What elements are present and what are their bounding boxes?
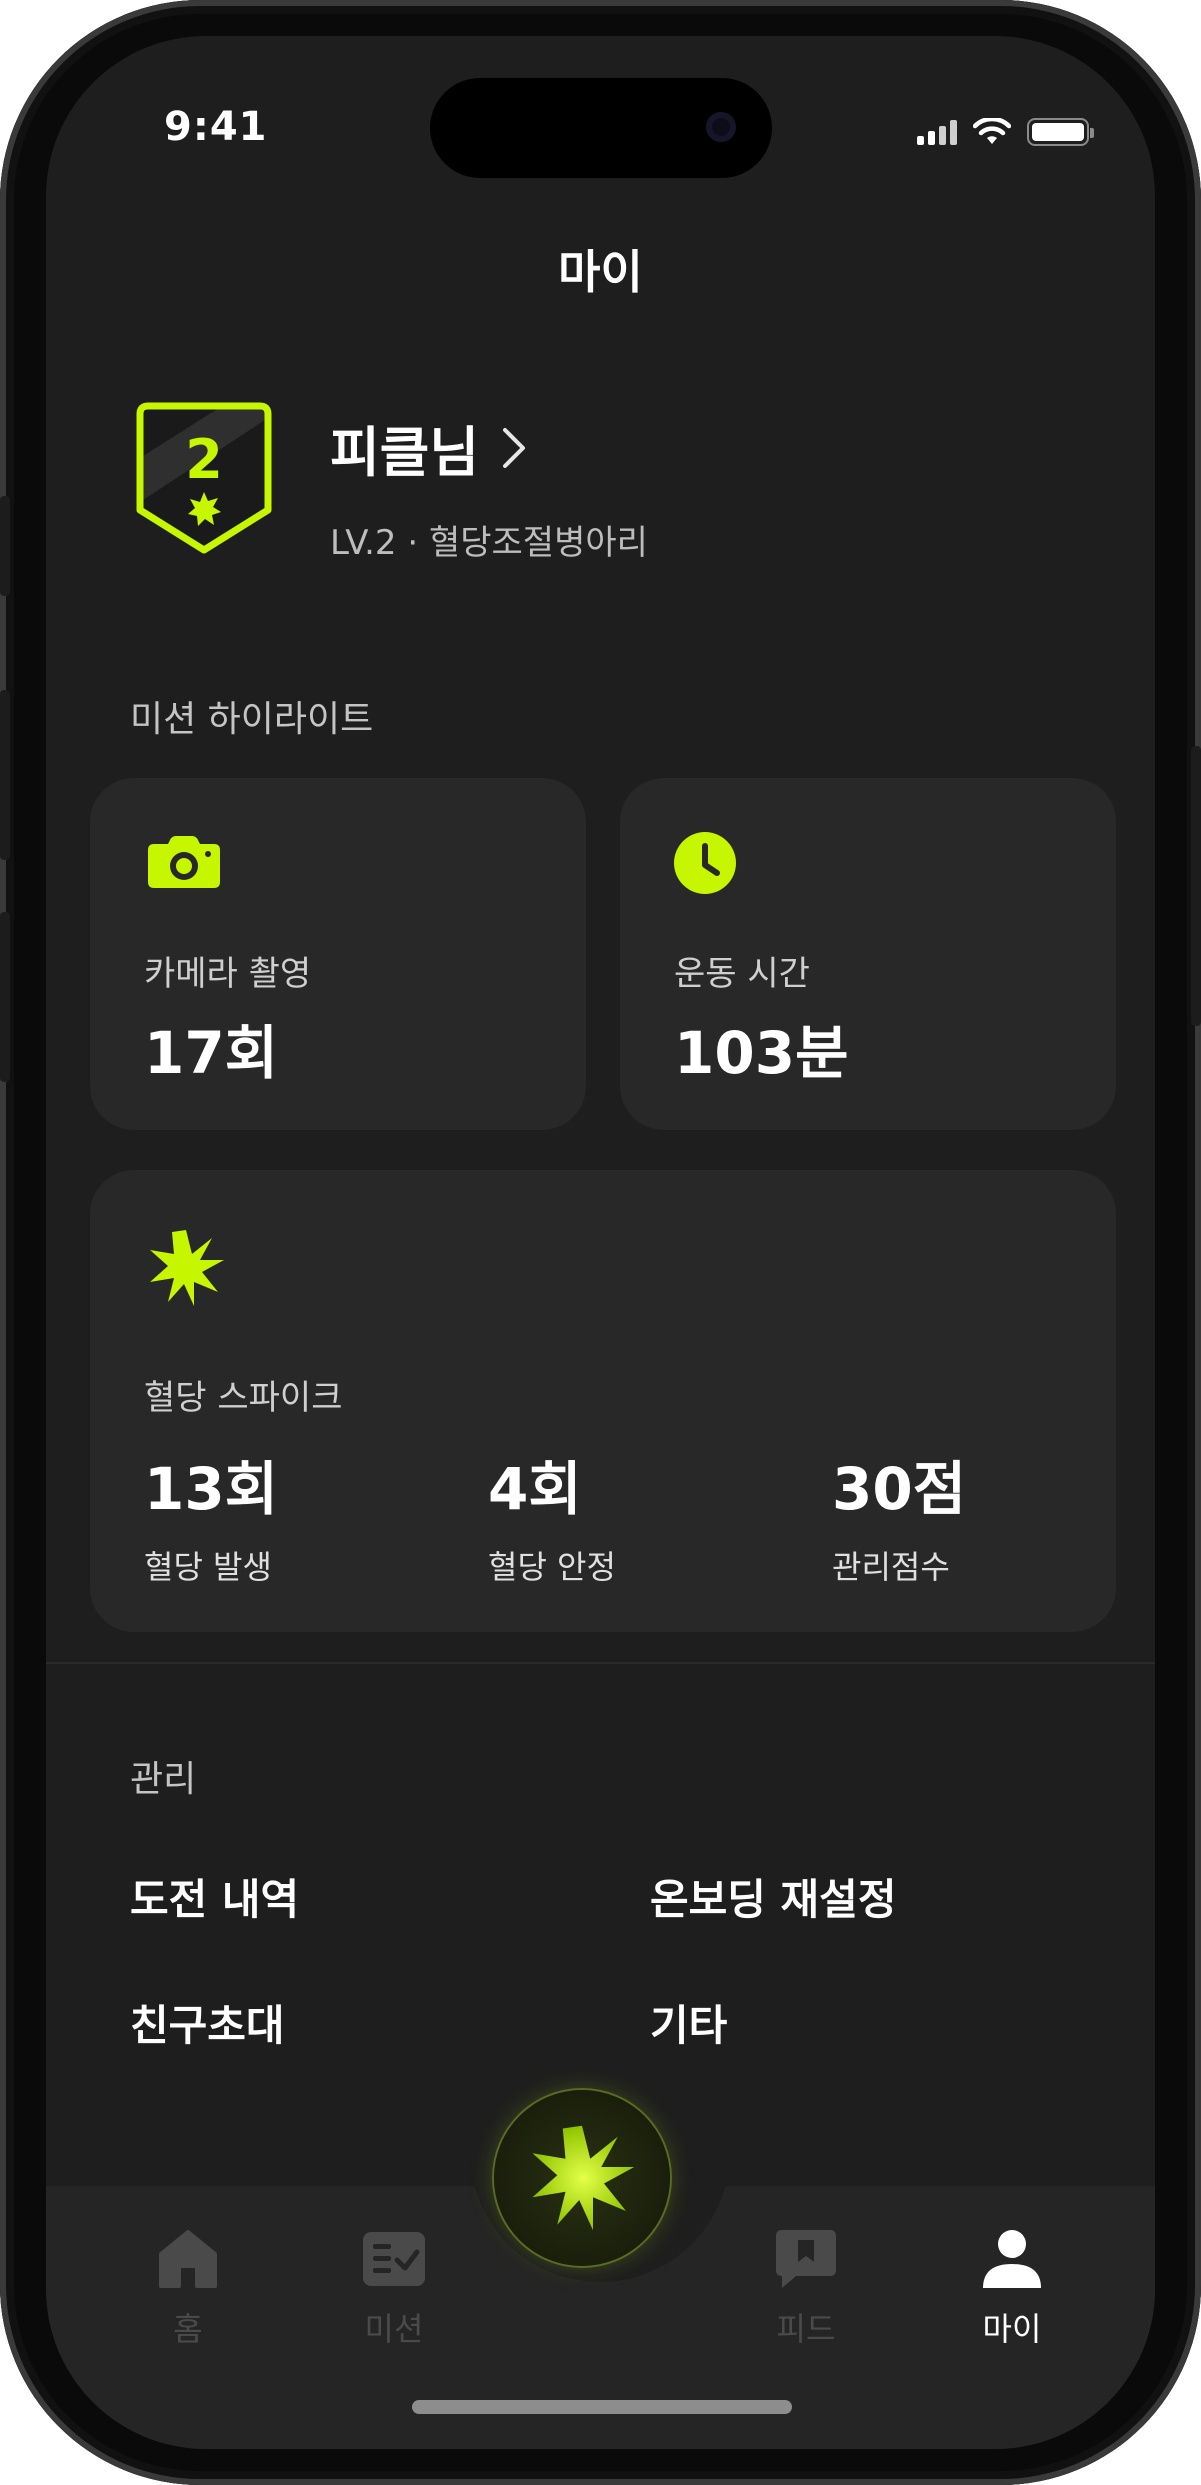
spike-stat-value: 4회 xyxy=(488,1455,582,1523)
spike-star-icon xyxy=(150,1230,224,1306)
wifi-icon xyxy=(973,118,1011,144)
profile-section[interactable]: 2 피클님 LV.2 · 혈당조절병아리 xyxy=(126,398,648,564)
center-spike-button[interactable] xyxy=(494,2090,670,2266)
exercise-highlight-label: 운동 시간 xyxy=(674,954,810,994)
spike-stat-value: 30점 xyxy=(832,1455,967,1523)
spike-star-icon xyxy=(532,2125,635,2231)
tab-mission-label: 미션 xyxy=(364,2310,424,2348)
tab-feed-label: 피드 xyxy=(776,2310,836,2348)
feed-bookmark-icon xyxy=(776,2230,836,2288)
camera-highlight-label: 카메라 촬영 xyxy=(144,954,312,994)
glucose-spike-card[interactable]: 혈당 스파이크 13회 혈당 발생 4회 혈당 안정 30점 관리점수 xyxy=(90,1170,1116,1632)
home-icon xyxy=(159,2230,217,2288)
exercise-highlight-value: 103분 xyxy=(674,1019,849,1087)
clock-icon-wrap xyxy=(672,830,738,900)
volume-up-button xyxy=(0,690,10,860)
menu-invite-friends[interactable]: 친구초대 xyxy=(130,1992,285,2053)
volume-down-button xyxy=(0,912,10,1082)
menu-etc[interactable]: 기타 xyxy=(650,1992,727,2053)
spike-stat-occurred: 13회 혈당 발생 xyxy=(144,1442,278,1588)
spike-icon-wrap xyxy=(146,1228,226,1312)
spike-stat-stable: 4회 혈당 안정 xyxy=(488,1442,616,1588)
spike-stat-label: 관리점수 xyxy=(832,1548,950,1586)
mission-highlight-label: 미션 하이라이트 xyxy=(130,699,374,740)
profile-name: 피클님 xyxy=(330,421,480,484)
chevron-right-icon xyxy=(503,427,526,468)
page-title: 마이 xyxy=(558,245,643,299)
camera-icon-wrap xyxy=(146,834,222,894)
menu-onboarding-reset[interactable]: 온보딩 재설정 xyxy=(650,1866,896,1927)
clock-icon xyxy=(674,832,736,894)
action-button xyxy=(0,496,10,596)
front-camera xyxy=(706,112,736,142)
profile-text: 피클님 LV.2 · 혈당조절병아리 xyxy=(330,408,648,564)
home-indicator xyxy=(412,2400,792,2414)
menu-challenge-history[interactable]: 도전 내역 xyxy=(130,1866,299,1927)
camera-highlight-value: 17회 xyxy=(144,1019,279,1087)
tab-home[interactable]: 홈 xyxy=(118,2228,258,2350)
tab-my-label: 마이 xyxy=(982,2310,1042,2348)
camera-icon xyxy=(148,836,220,888)
spike-stat-label: 혈당 발생 xyxy=(144,1548,272,1586)
tab-mission[interactable]: 미션 xyxy=(324,2228,464,2350)
camera-highlight-card[interactable]: 카메라 촬영 17회 xyxy=(90,778,586,1130)
cellular-signal-icon xyxy=(917,119,957,145)
spike-stat-value: 13회 xyxy=(144,1455,279,1523)
level-badge-icon: 2 xyxy=(136,402,272,554)
tab-feed[interactable]: 피드 xyxy=(736,2228,876,2350)
tab-my[interactable]: 마이 xyxy=(942,2228,1082,2350)
app-screen: 9:41 마이 2 피클님 LV.2 · 혈당조절병아리 미션 하이라이트 카메… xyxy=(46,36,1155,2449)
profile-name-row[interactable]: 피클님 xyxy=(330,408,648,487)
mission-checklist-icon xyxy=(363,2232,425,2286)
section-divider xyxy=(46,1662,1155,1664)
status-icons xyxy=(917,118,1094,146)
spike-stat-score: 30점 관리점수 xyxy=(832,1442,966,1588)
exercise-highlight-card[interactable]: 운동 시간 103분 xyxy=(620,778,1116,1130)
power-button xyxy=(1191,746,1201,1026)
dynamic-island xyxy=(430,78,772,178)
person-icon xyxy=(983,2230,1041,2288)
tab-home-label: 홈 xyxy=(173,2310,203,2348)
battery-icon xyxy=(1027,118,1094,146)
spike-stat-label: 혈당 안정 xyxy=(488,1548,616,1586)
profile-level-subtitle: LV.2 · 혈당조절병아리 xyxy=(330,523,648,563)
manage-section-label: 관리 xyxy=(130,1759,197,1800)
level-number: 2 xyxy=(185,428,223,491)
status-time: 9:41 xyxy=(164,104,268,150)
spike-card-label: 혈당 스파이크 xyxy=(144,1378,343,1418)
